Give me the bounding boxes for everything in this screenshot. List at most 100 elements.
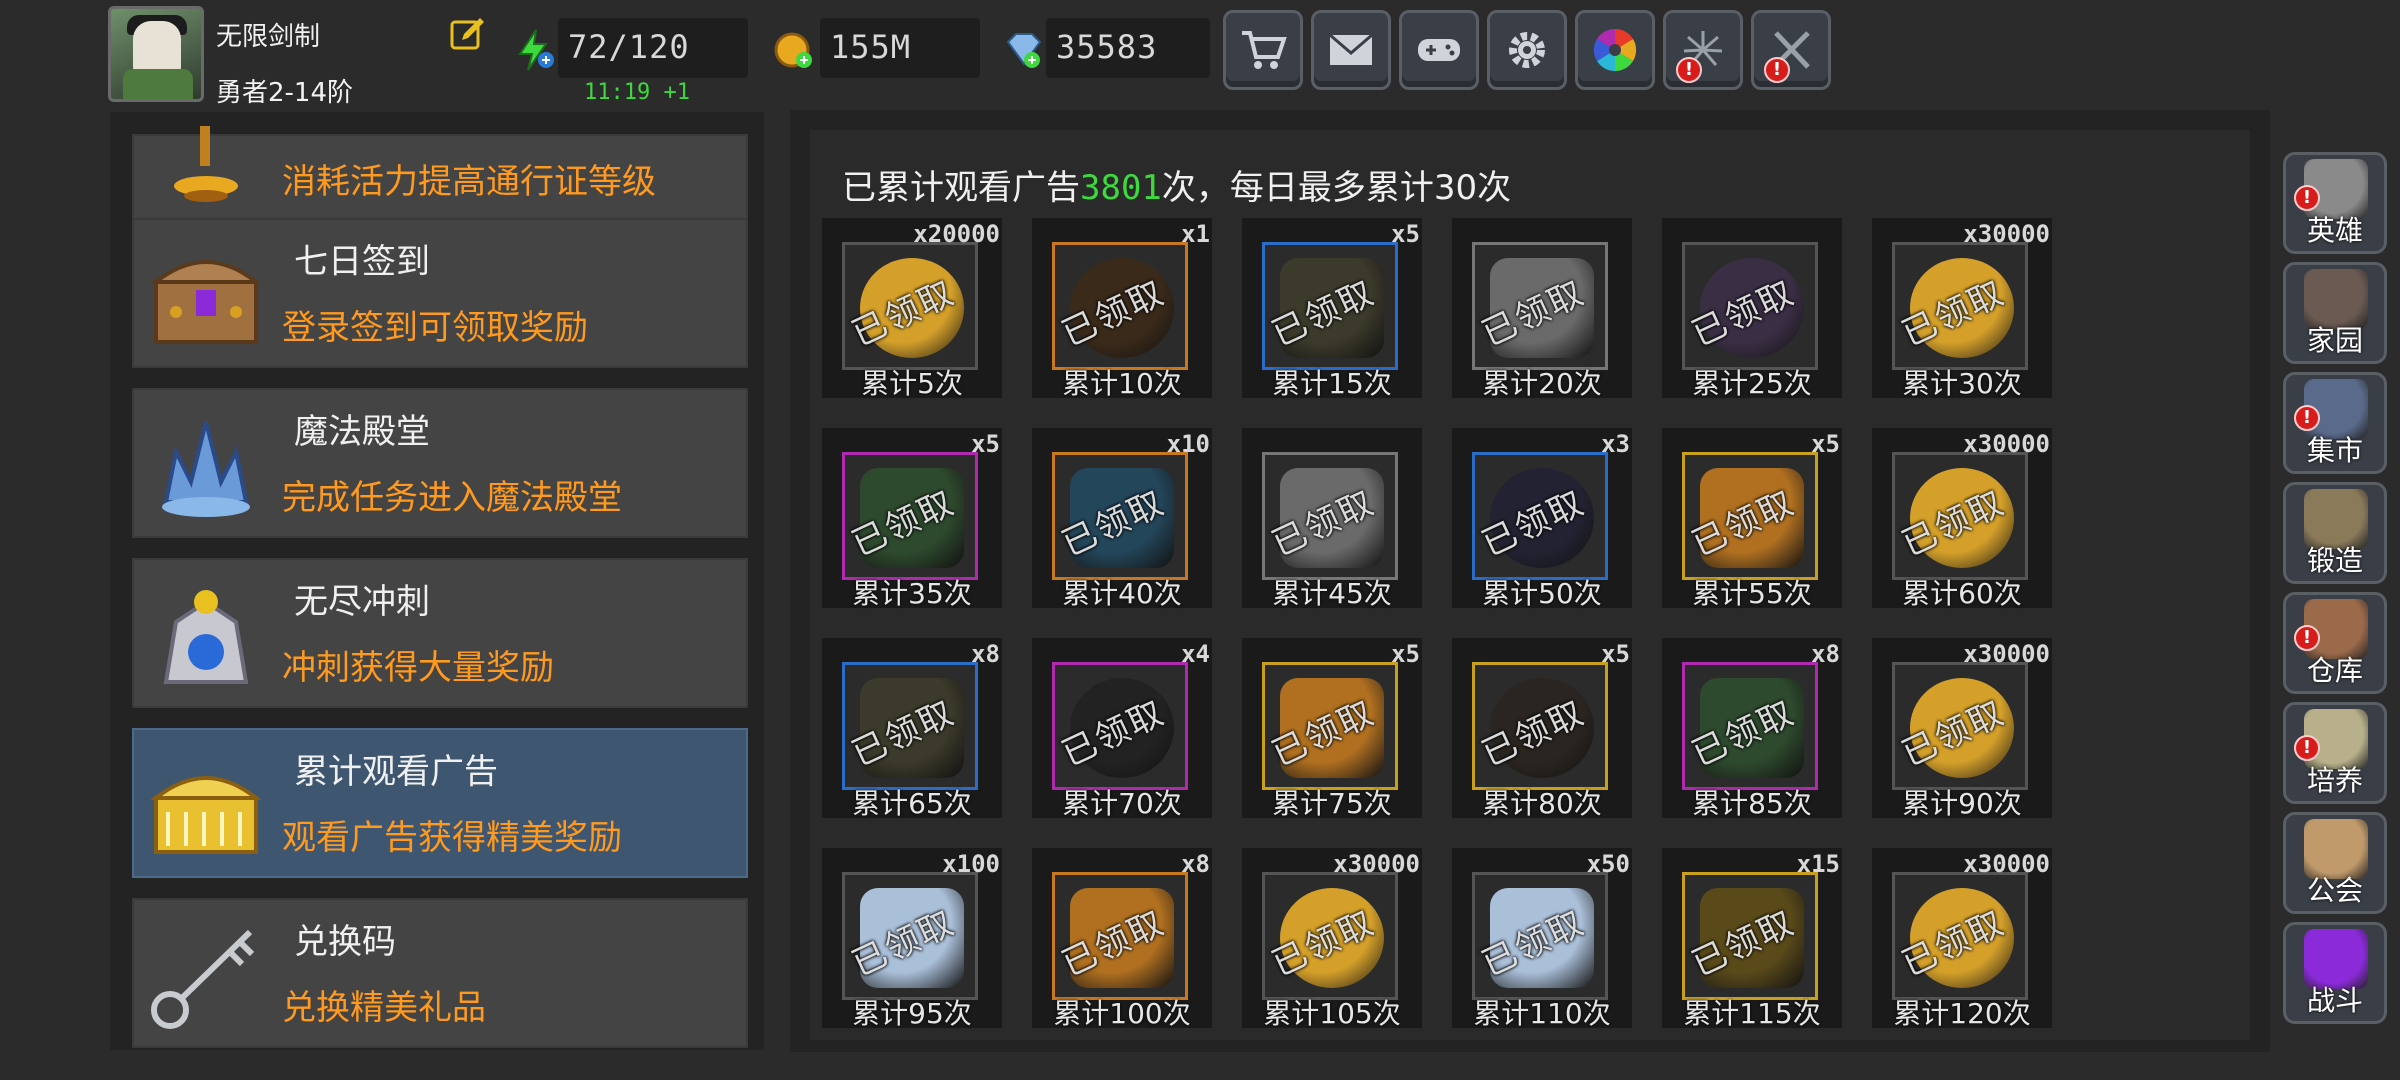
reward-cell[interactable]: x5 已领取 累计80次 [1452, 638, 1632, 820]
reward-quantity: x4 [1181, 640, 1210, 668]
lucky-wheel-button[interactable] [1575, 10, 1655, 90]
reward-threshold-label: 累计115次 [1683, 997, 1821, 1030]
reward-quantity: x8 [1811, 640, 1840, 668]
nav-label: 公会 [2306, 874, 2363, 907]
reward-quantity: x30000 [1963, 430, 2050, 458]
reward-cell[interactable]: x8 已领取 累计100次 [1032, 848, 1212, 1030]
gem-display: 35583 [1046, 18, 1210, 78]
reward-cell[interactable]: x5 已领取 累计75次 [1242, 638, 1422, 820]
reward-threshold-label: 累计85次 [1692, 787, 1812, 820]
reward-cell[interactable]: x8 已领取 累计65次 [822, 638, 1002, 820]
menu-item-seven-day[interactable]: 七日签到 登录签到可领取奖励 [132, 218, 748, 368]
reward-quantity: x30000 [1963, 850, 2050, 878]
reward-cell[interactable]: x30000 已领取 累计105次 [1242, 848, 1422, 1030]
reward-cell[interactable]: 已领取 累计45次 [1242, 428, 1422, 610]
mail-button[interactable] [1311, 10, 1391, 90]
nav-helmet-button[interactable]: ! 英雄 [2283, 152, 2387, 254]
ad-count-value: 3801 [1080, 168, 1162, 208]
reward-quantity: x3 [1601, 430, 1630, 458]
reward-threshold-label: 累计120次 [1893, 997, 2031, 1030]
reward-threshold-label: 累计40次 [1062, 577, 1182, 610]
menu-item-redeem[interactable]: 兑换码 兑换精美礼品 [132, 898, 748, 1048]
menu-item-magic-hall[interactable]: 魔法殿堂 完成任务进入魔法殿堂 [132, 388, 748, 538]
energy-value: 72/120 [568, 28, 690, 66]
reward-quantity: x50 [1586, 850, 1630, 878]
menu-title: 无尽冲刺 [294, 582, 430, 622]
reward-cell[interactable]: x30000 已领取 累计120次 [1872, 848, 2052, 1030]
reward-cell[interactable]: x8 已领取 累计85次 [1662, 638, 1842, 820]
crystal-crown-icon [162, 421, 250, 517]
battle-pass-alert-badge: ! [1764, 57, 1790, 83]
reward-cell[interactable]: x3 已领取 累计50次 [1452, 428, 1632, 610]
nav-portal-button[interactable]: 战斗 [2283, 922, 2387, 1024]
reward-cell[interactable]: x100 已领取 累计95次 [822, 848, 1002, 1030]
shop-button[interactable] [1223, 10, 1303, 90]
reward-cell[interactable]: x5 已领取 累计35次 [822, 428, 1002, 610]
reward-quantity: x5 [1601, 640, 1630, 668]
reward-cell[interactable]: x30000 已领取 累计30次 [1872, 218, 2052, 400]
ad-count-headline: 已累计观看广告3801次，每日最多累计30次 [842, 160, 1511, 209]
edit-name-icon[interactable] [448, 14, 488, 54]
reward-cell[interactable]: x20000 已领取 累计5次 [822, 218, 1002, 400]
reward-cell[interactable]: x10 已领取 累计40次 [1032, 428, 1212, 610]
reward-quantity: x5 [1391, 220, 1420, 248]
reward-quantity: x30000 [1963, 640, 2050, 668]
nav-label: 集市 [2306, 434, 2363, 467]
reward-threshold-label: 累计75次 [1272, 787, 1392, 820]
menu-desc: 冲刺获得大量奖励 [282, 648, 554, 688]
reward-quantity: x5 [1391, 640, 1420, 668]
menu-title: 魔法殿堂 [294, 412, 430, 452]
gold-coin-icon[interactable] [772, 28, 816, 72]
nav-chalice-button[interactable]: ! 培养 [2283, 702, 2387, 804]
menu-title: 兑换码 [294, 922, 396, 962]
reward-cell[interactable]: 已领取 累计25次 [1662, 218, 1842, 400]
reward-threshold-label: 累计10次 [1062, 367, 1182, 400]
nav-anvil-button[interactable]: 锻造 [2283, 482, 2387, 584]
gamepad-button[interactable] [1399, 10, 1479, 90]
menu-desc: 兑换精美礼品 [282, 988, 486, 1028]
settings-button[interactable] [1487, 10, 1567, 90]
nav-label: 锻造 [2306, 544, 2363, 577]
nav-market-stall-button[interactable]: ! 集市 [2283, 372, 2387, 474]
menu-desc: 观看广告获得精美奖励 [282, 818, 622, 858]
reward-cell[interactable]: 已领取 累计20次 [1452, 218, 1632, 400]
reward-threshold-label: 累计90次 [1902, 787, 2022, 820]
reward-cell[interactable]: x15 已领取 累计115次 [1662, 848, 1842, 1030]
reward-threshold-label: 累计80次 [1482, 787, 1602, 820]
energy-icon [518, 29, 554, 71]
reward-quantity: x100 [942, 850, 1000, 878]
reward-threshold-label: 累计5次 [861, 367, 963, 400]
envelope-icon [1329, 33, 1373, 65]
reward-cell[interactable]: x50 已领取 累计110次 [1452, 848, 1632, 1030]
nav-guild-button[interactable]: 公会 [2283, 812, 2387, 914]
reward-cell[interactable]: x30000 已领取 累计90次 [1872, 638, 2052, 820]
headline-prefix: 已累计观看广告 [842, 168, 1080, 208]
menu-item-pass[interactable]: 消耗活力提高通行证等级 [132, 126, 748, 220]
reward-cell[interactable]: x1 已领取 累计10次 [1032, 218, 1212, 400]
diamond-icon[interactable] [1000, 28, 1044, 72]
reward-cell[interactable]: x5 已领取 累计55次 [1662, 428, 1842, 610]
reward-threshold-label: 累计95次 [852, 997, 972, 1030]
menu-desc: 登录签到可领取奖励 [282, 308, 588, 348]
menu-title: 七日签到 [294, 242, 430, 282]
battle-pass-button[interactable]: ! [1751, 10, 1831, 90]
color-wheel-icon [1593, 28, 1637, 72]
player-avatar[interactable] [108, 6, 204, 102]
reward-threshold-label: 累计50次 [1482, 577, 1602, 610]
reward-cell[interactable]: x5 已领取 累计15次 [1242, 218, 1422, 400]
menu-item-endless[interactable]: 无尽冲刺 冲刺获得大量奖励 [132, 558, 748, 708]
nav-warehouse-button[interactable]: ! 仓库 [2283, 592, 2387, 694]
reward-cell[interactable]: x4 已领取 累计70次 [1032, 638, 1212, 820]
nav-castle-button[interactable]: 家园 [2283, 262, 2387, 364]
energy-timer: 11:19 +1 [584, 80, 690, 105]
events-button[interactable]: ! [1663, 10, 1743, 90]
nav-label: 战斗 [2306, 984, 2363, 1017]
reward-quantity: x30000 [1333, 850, 1420, 878]
reward-threshold-label: 累计15次 [1272, 367, 1392, 400]
gear-icon [1509, 32, 1545, 68]
reward-cell[interactable]: x30000 已领取 累计60次 [1872, 428, 2052, 610]
treasure-chest-icon [150, 260, 262, 344]
menu-item-ads[interactable]: 累计观看广告 观看广告获得精美奖励 [132, 728, 748, 878]
reward-quantity: x5 [971, 430, 1000, 458]
headline-suffix: 次，每日最多累计30次 [1161, 168, 1512, 208]
